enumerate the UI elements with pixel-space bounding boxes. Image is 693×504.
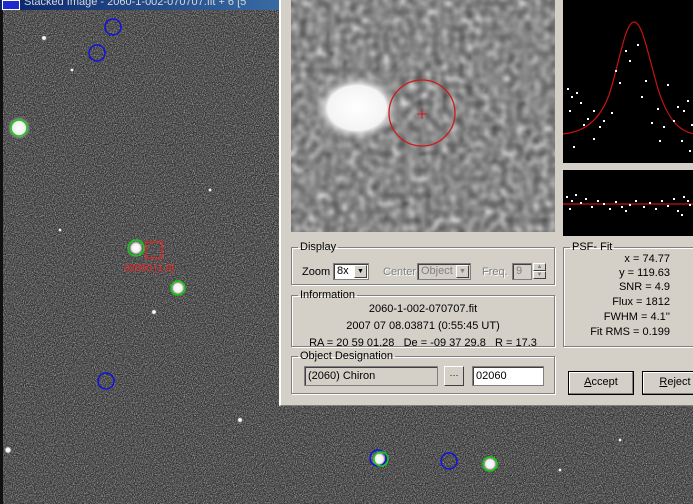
zoom-select[interactable]: 8x ▼: [333, 263, 369, 280]
bright-star: [315, 76, 399, 140]
object-number-field[interactable]: 02060: [472, 366, 544, 386]
psf-fwhm: FWHM = 4.1'': [603, 311, 670, 323]
reject-button[interactable]: Reject: [642, 371, 693, 395]
de-label: De =: [403, 337, 428, 349]
spin-up-icon[interactable]: ▲: [533, 263, 546, 271]
spin-down-icon[interactable]: ▼: [533, 271, 546, 279]
browse-object-button[interactable]: ···: [444, 366, 464, 386]
zoom-image[interactable]: [291, 0, 555, 232]
psf-y: y = 119.63: [619, 267, 670, 279]
freq-value: 9: [516, 265, 523, 277]
center-value: Object: [421, 265, 453, 277]
info-coords: RA = 20 59 01.28 De = -09 37 29.8 R = 17…: [292, 337, 554, 349]
psf-x: x = 74.77: [624, 253, 670, 265]
object-designation-legend: Object Designation: [300, 350, 393, 362]
ra-value: 20 59 01.28: [336, 337, 395, 349]
psf-fit-legend: PSF- Fit: [572, 241, 613, 253]
information-legend: Information: [300, 289, 356, 301]
reject-label: eject: [667, 376, 691, 388]
zoom-value: 8x: [337, 265, 349, 277]
r-label: R =: [495, 337, 513, 349]
ra-label: RA =: [309, 337, 334, 349]
object-name-field[interactable]: (2060) Chiron: [304, 366, 438, 386]
zoom-label: Zoom: [302, 266, 331, 278]
psf-fit-rms: Fit RMS = 0.199: [590, 326, 670, 338]
target-label: 02060 [1.9]: [124, 263, 174, 274]
information-group: Information 2060-1-002-070707.fit 2007 0…: [291, 289, 555, 349]
accept-label: ccept: [591, 376, 618, 388]
astrometry-dialog: Display Zoom 8x ▼ Center Object ▼ Freq. …: [279, 0, 693, 406]
psf-fit-group: PSF- Fit x = 74.77 y = 119.63 SNR = 4.9 …: [563, 241, 693, 347]
psf-snr: SNR = 4.9: [618, 281, 670, 293]
accept-mnemonic: A: [584, 376, 592, 388]
info-date: 2007 07 08.03871 (0:55:45 UT): [346, 320, 500, 332]
chevron-down-icon[interactable]: ▼: [354, 265, 367, 278]
residual-points: [566, 194, 691, 216]
psf-fit-curve: [563, 21, 693, 135]
center-label: Center: [383, 266, 417, 278]
image-window-title: Stacked Image - 2060-1-002-070707.fit + …: [24, 0, 247, 8]
psf-residual-plot: [563, 170, 693, 236]
psf-flux: Flux = 1812: [612, 296, 670, 308]
center-select[interactable]: Object ▼: [417, 263, 471, 280]
app-icon: [2, 0, 20, 10]
display-legend: Display: [300, 241, 337, 253]
info-filename: 2060-1-002-070707.fit: [368, 303, 478, 315]
psf-profile-plot: [563, 0, 693, 163]
chevron-down-icon[interactable]: ▼: [456, 265, 469, 278]
accept-button[interactable]: Accept: [568, 371, 634, 395]
freq-label: Freq.: [482, 266, 508, 278]
ellipsis-icon: ···: [449, 370, 459, 380]
psf-data-points: [567, 44, 693, 152]
object-designation-group: Object Designation (2060) Chiron ··· 020…: [291, 350, 555, 394]
de-value: -09 37 29.8: [430, 337, 486, 349]
freq-spinner[interactable]: ▲ ▼: [533, 263, 546, 280]
display-group: Display Zoom 8x ▼ Center Object ▼ Freq. …: [291, 241, 555, 285]
r-value: 17.3: [515, 337, 537, 349]
image-window-titlebar[interactable]: Stacked Image - 2060-1-002-070707.fit + …: [0, 0, 290, 10]
freq-input[interactable]: 9: [512, 263, 532, 280]
